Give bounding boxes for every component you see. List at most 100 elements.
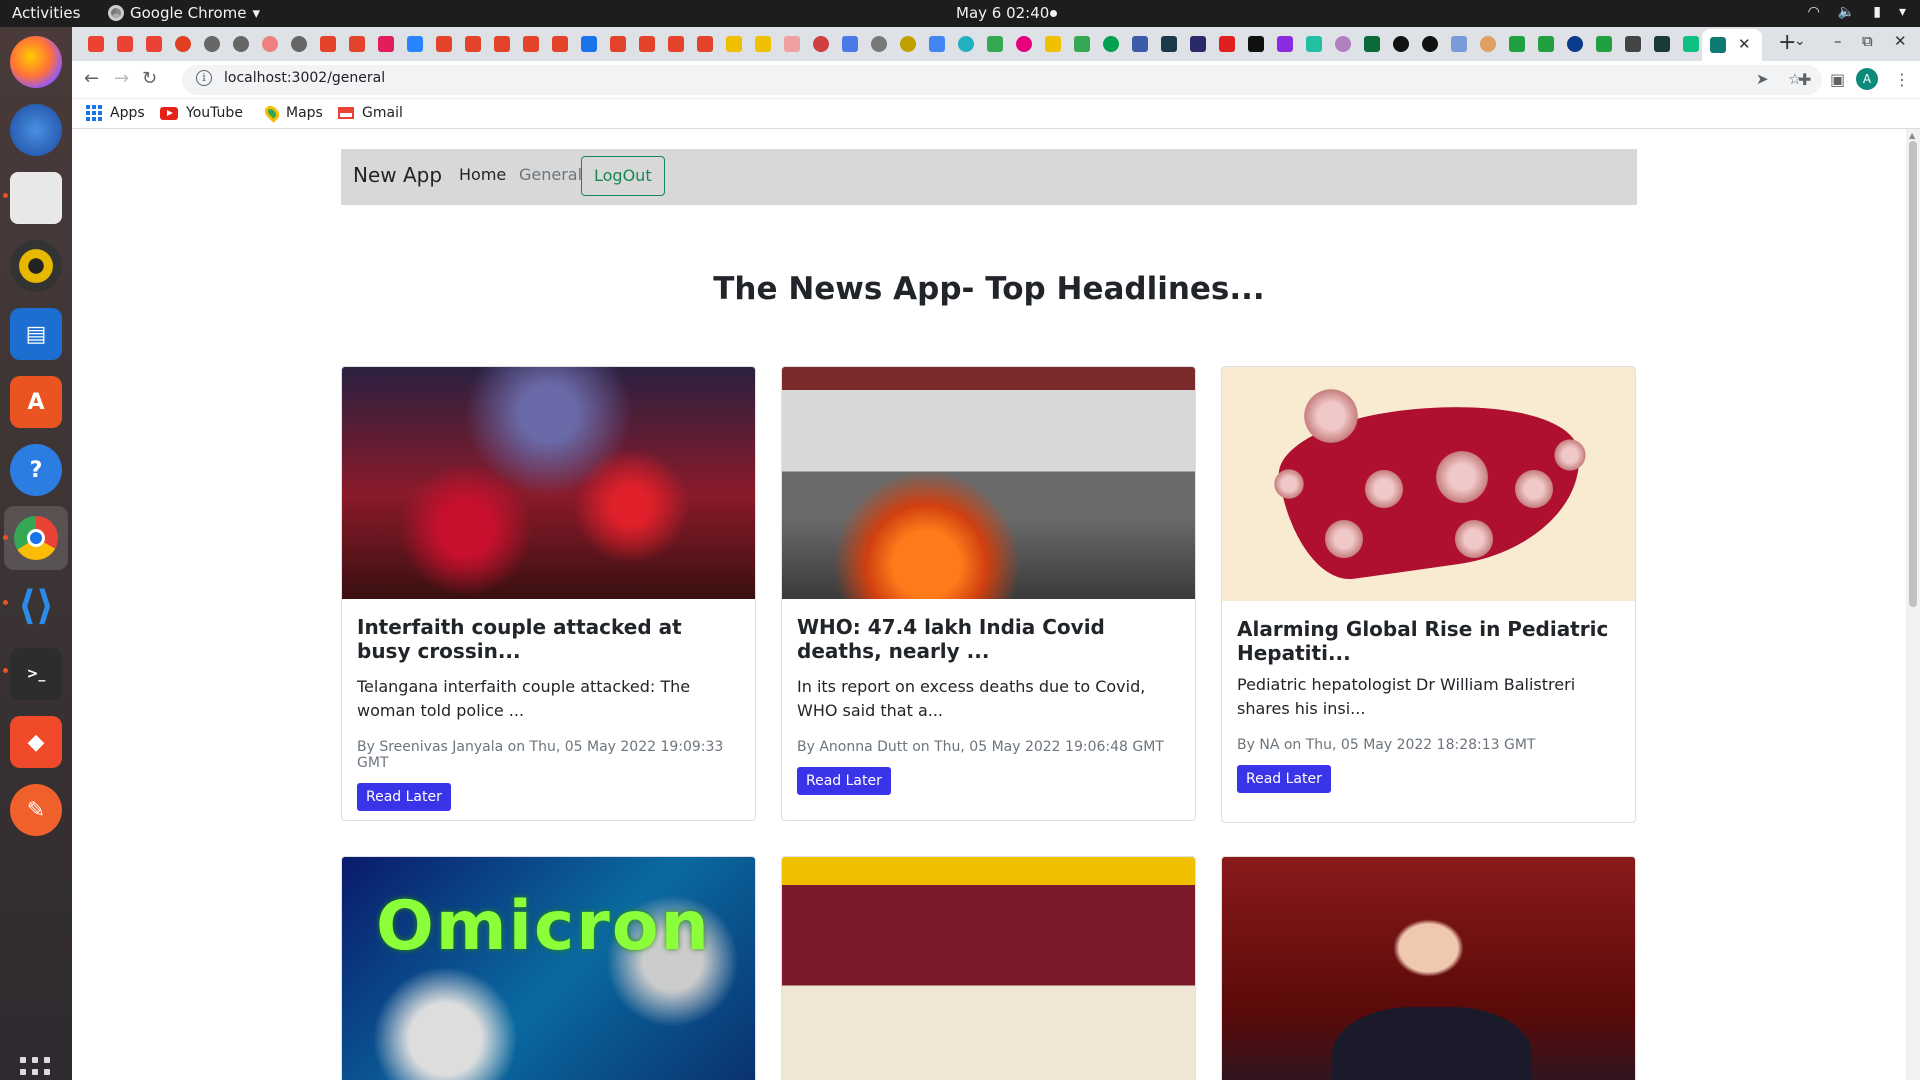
tab-favicon[interactable]: [436, 36, 452, 52]
postman-icon[interactable]: ✎: [10, 784, 62, 836]
tab-favicon[interactable]: [1451, 36, 1467, 52]
url-text[interactable]: localhost:3002/general: [224, 70, 385, 86]
tab-search-icon[interactable]: ⌄: [1794, 33, 1806, 49]
tab-favicon[interactable]: [1364, 36, 1380, 52]
software-icon[interactable]: A: [10, 376, 62, 428]
kebab-menu-icon[interactable]: ⋮: [1894, 70, 1910, 89]
show-applications-icon[interactable]: [20, 1057, 50, 1080]
scrollbar-thumb[interactable]: [1909, 141, 1917, 607]
tab-favicon[interactable]: [755, 36, 771, 52]
bookmark-maps[interactable]: Maps: [262, 103, 323, 123]
send-icon[interactable]: ➤: [1756, 70, 1769, 88]
tab-favicon[interactable]: [1306, 36, 1322, 52]
tab-favicon[interactable]: [871, 36, 887, 52]
tab-favicon[interactable]: [552, 36, 568, 52]
tab-favicon[interactable]: [262, 36, 278, 52]
tab-favicon[interactable]: [726, 36, 742, 52]
chrome-dock-icon[interactable]: [4, 506, 68, 570]
tab-favicon[interactable]: [378, 36, 394, 52]
tab-favicon[interactable]: [958, 36, 974, 52]
tab-favicon[interactable]: [610, 36, 626, 52]
tab-favicon[interactable]: [697, 36, 713, 52]
tab-favicon[interactable]: [1045, 36, 1061, 52]
tab-favicon[interactable]: [1335, 36, 1351, 52]
tab-favicon[interactable]: [987, 36, 1003, 52]
avatar[interactable]: A: [1856, 68, 1878, 90]
read-later-button[interactable]: Read Later: [357, 783, 451, 811]
firefox-icon[interactable]: [10, 36, 62, 88]
navbar-brand[interactable]: New App: [353, 163, 442, 187]
terminal-icon[interactable]: >_: [10, 648, 62, 700]
tab-favicon[interactable]: [639, 36, 655, 52]
tab-favicon[interactable]: [146, 36, 162, 52]
tab-favicon[interactable]: [1509, 36, 1525, 52]
bookmark-apps[interactable]: Apps: [86, 105, 145, 121]
tab-favicon[interactable]: [349, 36, 365, 52]
info-icon[interactable]: i: [196, 70, 212, 86]
tab-favicon[interactable]: [291, 36, 307, 52]
tab-favicon[interactable]: [233, 36, 249, 52]
tab-favicon[interactable]: [1596, 36, 1612, 52]
tab-favicon[interactable]: [1480, 36, 1496, 52]
tab-favicon[interactable]: [1190, 36, 1206, 52]
files-icon[interactable]: [10, 172, 62, 224]
reload-icon[interactable]: ↻: [142, 68, 157, 89]
anydesk-icon[interactable]: ◆: [10, 716, 62, 768]
tab-favicon[interactable]: [1074, 36, 1090, 52]
tab-favicon[interactable]: [842, 36, 858, 52]
tab-favicon[interactable]: [1538, 36, 1554, 52]
page-scrollbar[interactable]: ▲: [1906, 129, 1920, 1080]
tab-favicon[interactable]: [1016, 36, 1032, 52]
tab-favicon[interactable]: [1567, 36, 1583, 52]
tab-favicon[interactable]: [494, 36, 510, 52]
read-later-button[interactable]: Read Later: [797, 767, 891, 795]
rhythmbox-icon[interactable]: [10, 240, 62, 292]
thunderbird-icon[interactable]: [10, 104, 62, 156]
tab-favicon[interactable]: [813, 36, 829, 52]
logout-button[interactable]: LogOut: [581, 156, 665, 196]
tab-favicon[interactable]: [668, 36, 684, 52]
tab-favicon[interactable]: [1422, 36, 1438, 52]
tab-favicon[interactable]: [1683, 36, 1699, 52]
minimize-icon[interactable]: –: [1834, 32, 1842, 50]
activities-button[interactable]: Activities: [12, 4, 80, 22]
tab-favicon[interactable]: [581, 36, 597, 52]
side-panel-icon[interactable]: ▣: [1830, 70, 1845, 89]
tab-favicon[interactable]: [1393, 36, 1409, 52]
scroll-up-icon[interactable]: ▲: [1909, 131, 1915, 140]
forward-icon[interactable]: →: [114, 68, 129, 89]
system-tray[interactable]: ◠ 🔈 ▮ ▾: [1808, 4, 1906, 20]
tab-favicon[interactable]: [117, 36, 133, 52]
bookmark-gmail[interactable]: Gmail: [338, 105, 403, 121]
tab-favicon[interactable]: [88, 36, 104, 52]
address-bar[interactable]: i localhost:3002/general ➤ ☆: [182, 65, 1822, 95]
tab-favicon[interactable]: [465, 36, 481, 52]
tab-favicon[interactable]: [784, 36, 800, 52]
help-icon[interactable]: ?: [10, 444, 62, 496]
tab-favicon[interactable]: [1132, 36, 1148, 52]
extensions-icon[interactable]: ✚: [1798, 70, 1811, 89]
tab-favicon[interactable]: [1219, 36, 1235, 52]
tab-favicon[interactable]: [1248, 36, 1264, 52]
tab-favicon[interactable]: [1654, 36, 1670, 52]
tab-favicon[interactable]: [1161, 36, 1177, 52]
clock[interactable]: May 6 02:40: [956, 4, 1049, 22]
nav-general-link[interactable]: General: [519, 165, 582, 184]
bookmark-youtube[interactable]: YouTube: [160, 105, 243, 121]
nav-home-link[interactable]: Home: [459, 165, 506, 184]
tab-favicon[interactable]: [523, 36, 539, 52]
tab-favicon[interactable]: [929, 36, 945, 52]
vscode-icon[interactable]: ⟨⟩: [10, 580, 62, 632]
tab-favicon[interactable]: [175, 36, 191, 52]
writer-icon[interactable]: ▤: [10, 308, 62, 360]
tab-favicon[interactable]: [407, 36, 423, 52]
close-window-icon[interactable]: ✕: [1894, 32, 1907, 50]
tab-favicon[interactable]: [1103, 36, 1119, 52]
active-tab[interactable]: ✕: [1702, 29, 1762, 61]
close-icon[interactable]: ✕: [1738, 35, 1751, 53]
tab-favicon[interactable]: [320, 36, 336, 52]
tab-favicon[interactable]: [204, 36, 220, 52]
back-icon[interactable]: ←: [84, 68, 99, 89]
tab-favicon[interactable]: [900, 36, 916, 52]
read-later-button[interactable]: Read Later: [1237, 765, 1331, 793]
